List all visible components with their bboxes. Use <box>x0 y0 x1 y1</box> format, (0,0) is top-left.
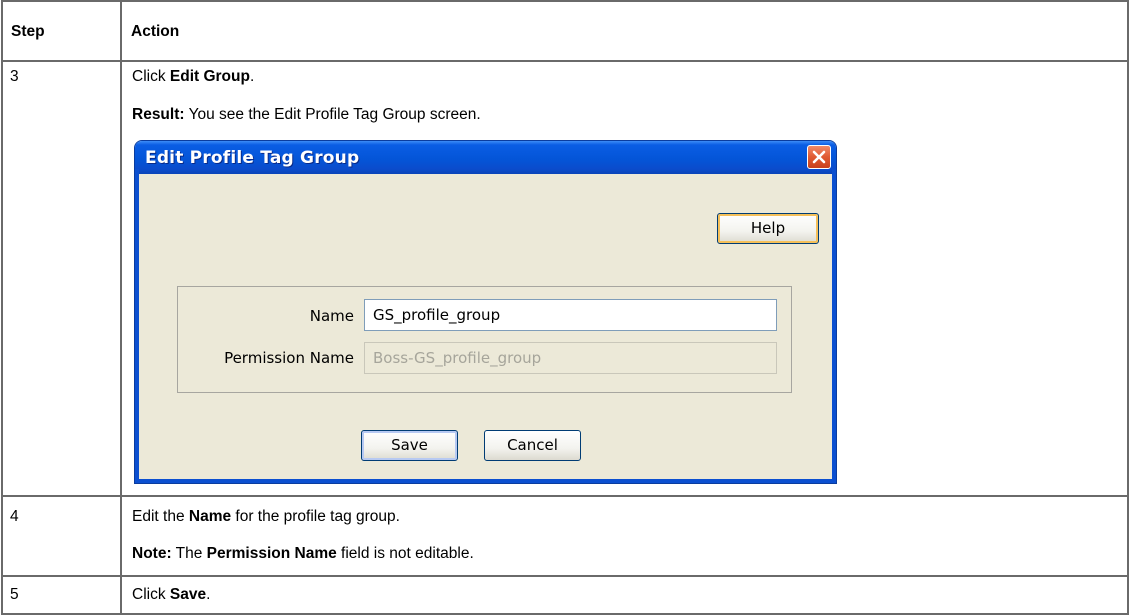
table-header-divider <box>1 60 1129 62</box>
permission-name-label: Permission Name <box>224 349 354 367</box>
edit-profile-tag-group-dialog: Edit Profile Tag Group Help Name GS_prof… <box>134 140 837 484</box>
action-line: Edit the Name for the profile tag group. <box>132 507 400 527</box>
step-number: 4 <box>10 508 19 525</box>
close-button[interactable] <box>807 145 831 169</box>
action-line: Click Edit Group. <box>132 67 254 87</box>
close-icon <box>812 150 826 164</box>
action-emphasis: Save <box>169 586 207 603</box>
name-field[interactable]: GS_profile_group <box>364 299 777 331</box>
column-header-step: Step <box>11 23 45 40</box>
column-header-action: Action <box>131 23 180 40</box>
note-text: field is not editable. <box>336 545 474 562</box>
result-text: You see the Edit Profile Tag Group scree… <box>184 106 481 123</box>
action-text: . <box>249 68 255 85</box>
dialog-frame-bottom <box>135 479 836 483</box>
permission-name-field: Boss-GS_profile_group <box>364 342 777 374</box>
action-text: for the profile tag group. <box>231 508 400 525</box>
step-number: 5 <box>10 586 19 603</box>
action-emphasis: Name <box>188 508 232 525</box>
save-button[interactable]: Save <box>361 430 458 461</box>
note-line: Note: The Permission Name field is not e… <box>132 544 474 564</box>
table-row-divider <box>1 495 1129 497</box>
dialog-title: Edit Profile Tag Group <box>145 148 360 168</box>
action-text: Edit the <box>132 508 189 525</box>
help-button[interactable]: Help <box>717 213 819 244</box>
action-text: . <box>206 586 211 603</box>
table-border-right <box>1127 0 1129 615</box>
name-label: Name <box>309 307 354 325</box>
table-border-left <box>1 0 3 615</box>
action-text: Click <box>132 68 170 85</box>
result-label: Result: <box>132 106 185 123</box>
note-emphasis: Permission Name <box>206 545 337 562</box>
action-emphasis: Edit Group <box>169 68 250 85</box>
dialog-frame-left <box>135 169 139 483</box>
note-label: Note: <box>132 545 172 562</box>
dialog-titlebar: Edit Profile Tag Group <box>135 141 836 174</box>
cancel-button[interactable]: Cancel <box>484 430 581 461</box>
fields-group: Name GS_profile_group Permission Name Bo… <box>177 286 792 393</box>
step-number: 3 <box>10 68 19 85</box>
result-line: Result: You see the Edit Profile Tag Gro… <box>132 105 481 125</box>
note-text: The <box>171 545 207 562</box>
table-row-divider <box>1 575 1129 577</box>
table-column-divider <box>120 0 122 615</box>
table-border-top <box>1 0 1129 2</box>
dialog-frame-right <box>832 169 836 483</box>
action-text: Click <box>132 586 170 603</box>
action-line: Click Save. <box>132 585 210 605</box>
